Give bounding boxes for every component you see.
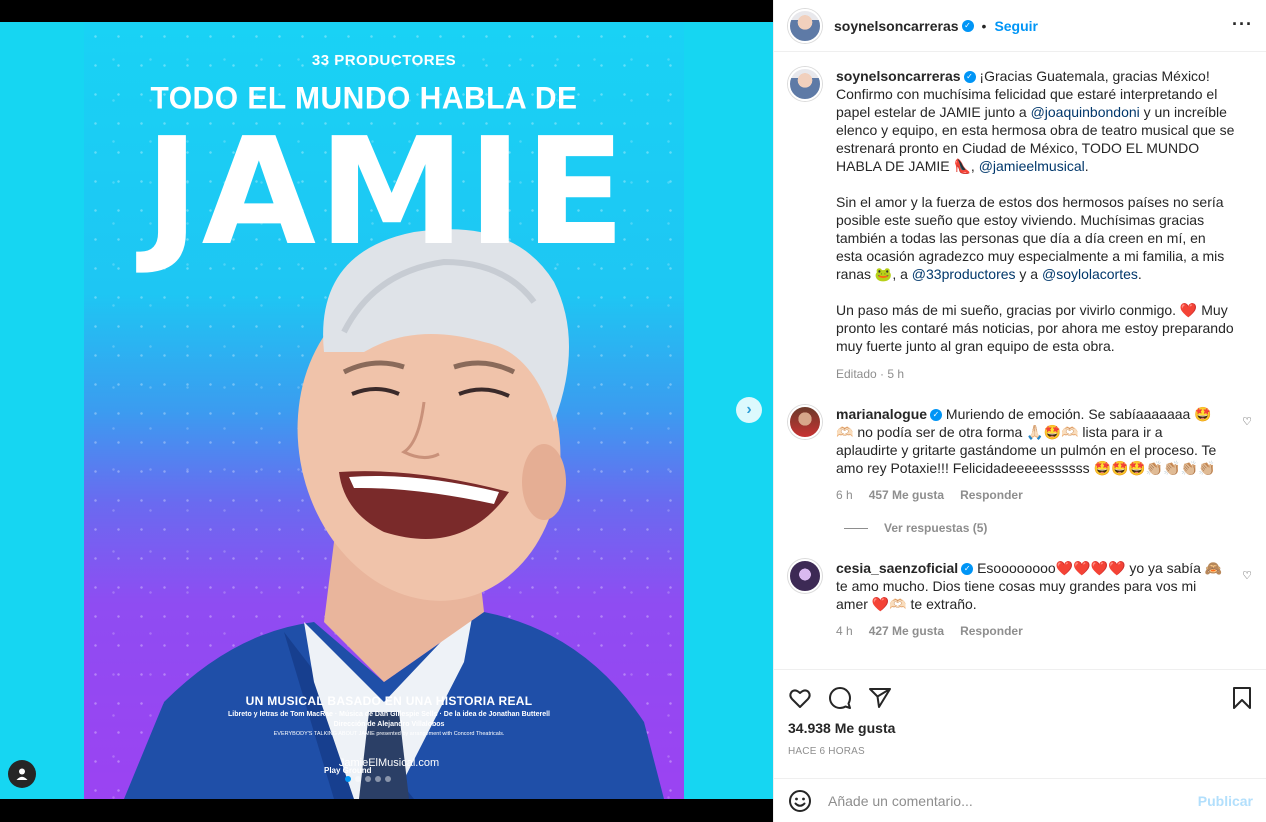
comment-meta: 4 h 427 Me gusta Responder	[836, 622, 1226, 640]
poster-logos: Play Ground	[324, 766, 372, 775]
publish-button[interactable]: Publicar	[1198, 793, 1253, 809]
comment-like-heart-icon[interactable]: ♡	[1242, 415, 1252, 428]
poster-credits-line3: EVERYBODY'S TALKING ABOUT JAMIE presente…	[273, 731, 505, 737]
header-user: soynelsoncarreras ✓ • Seguir	[834, 18, 1038, 34]
comment-input[interactable]	[828, 792, 1198, 809]
likes-count[interactable]: 34.938 Me gusta	[788, 720, 1253, 736]
verified-badge-icon: ✓	[961, 563, 974, 576]
comment-username[interactable]: cesia_saenzoficial	[836, 560, 958, 576]
post-header: soynelsoncarreras ✓ • Seguir ···	[774, 0, 1266, 52]
poster-credits: UN MUSICAL BASADO EN UNA HISTORIA REAL L…	[174, 694, 604, 775]
jamie-poster: 33 PRODUCTORES TODO EL MUNDO HABLA DE JA…	[84, 22, 684, 799]
emoji-smiley-icon[interactable]	[788, 789, 812, 813]
share-paper-plane-icon[interactable]	[868, 686, 892, 710]
comment-username[interactable]: marianalogue	[836, 406, 927, 422]
caption-p3: Un paso más de mi sueño, gracias por viv…	[836, 302, 1234, 354]
mention-link[interactable]: @jamieelmusical	[979, 158, 1085, 174]
mention-link[interactable]: @joaquinbondoni	[1031, 104, 1140, 120]
tagged-users-button[interactable]	[8, 760, 36, 788]
view-replies-button[interactable]: Ver respuestas (5)	[844, 521, 987, 535]
post-panel: soynelsoncarreras ✓ • Seguir ··· soynels…	[773, 0, 1266, 822]
caption-p2b: y a	[1015, 266, 1042, 282]
caption-username[interactable]: soynelsoncarreras	[836, 68, 961, 84]
poster-title: JAMIE	[144, 106, 628, 278]
user-icon	[16, 768, 28, 780]
post-caption: soynelsoncarreras ✓ ¡Gracias Guatemala, g…	[788, 67, 1258, 383]
comments-area[interactable]: soynelsoncarreras ✓ ¡Gracias Guatemala, g…	[774, 53, 1266, 669]
verified-badge-icon: ✓	[930, 409, 943, 422]
caption-p1c: .	[1084, 158, 1089, 174]
bookmark-icon[interactable]	[1231, 686, 1253, 710]
poster-credits-line2: Dirección de Alejandro Villalobos	[333, 721, 445, 728]
caption-p2c: .	[1137, 266, 1142, 282]
carousel-dot	[355, 776, 361, 782]
header-separator: •	[981, 17, 987, 34]
avatar[interactable]	[788, 67, 822, 101]
chevron-right-icon: ›	[746, 401, 752, 418]
like-heart-icon[interactable]	[788, 686, 812, 710]
comment-bubble-icon[interactable]	[828, 686, 852, 710]
header-username[interactable]: soynelsoncarreras	[834, 18, 959, 34]
more-options-icon[interactable]: ···	[1232, 14, 1253, 35]
carousel-dot	[385, 776, 391, 782]
mention-link[interactable]: @soylolacortes	[1042, 266, 1138, 282]
avatar[interactable]	[788, 8, 822, 43]
carousel-dot	[375, 776, 381, 782]
poster-website: JamieElMusical.com	[338, 757, 440, 769]
add-comment-bar: Publicar	[774, 778, 1266, 822]
post-time: HACE 6 HORAS	[788, 746, 865, 757]
poster-producer: 33 PRODUCTORES	[311, 52, 457, 69]
verified-badge-icon: ✓	[963, 71, 976, 84]
comment-time: 4 h	[836, 624, 853, 638]
verified-badge-icon: ✓	[961, 19, 974, 32]
carousel-dots	[345, 776, 391, 782]
carousel-dot-active	[345, 776, 351, 782]
comment-like-heart-icon[interactable]: ♡	[1242, 569, 1252, 582]
mention-link[interactable]: @33productores	[912, 266, 1016, 282]
reply-button[interactable]: Responder	[960, 486, 1023, 504]
follow-button[interactable]: Seguir	[994, 18, 1038, 34]
poster-subtitle: UN MUSICAL BASADO EN UNA HISTORIA REAL	[245, 694, 533, 708]
avatar[interactable]	[788, 559, 822, 593]
reply-button[interactable]: Responder	[960, 622, 1023, 640]
post-media: 33 PRODUCTORES TODO EL MUNDO HABLA DE JA…	[0, 0, 773, 822]
poster-credits-line1: Libreto y letras de Tom MacRae · Música …	[228, 711, 550, 718]
caption-meta: Editado · 5 h	[836, 367, 905, 381]
avatar[interactable]	[788, 405, 822, 439]
comment-likes[interactable]: 427 Me gusta	[869, 622, 944, 640]
carousel-next-button[interactable]: ›	[736, 397, 762, 423]
caption-text: soynelsoncarreras ✓ ¡Gracias Guatemala, g…	[836, 67, 1236, 383]
comment-likes[interactable]: 457 Me gusta	[869, 486, 944, 504]
comment-body: marianalogue ✓ Muriendo de emoción. Se sa…	[836, 405, 1226, 504]
comment: cesia_saenzoficial ✓ Esoooooooo❤️❤️❤️❤️ y…	[788, 559, 1258, 640]
post-actions: 34.938 Me gusta HACE 6 HORAS	[774, 669, 1266, 757]
comment-body: cesia_saenzoficial ✓ Esoooooooo❤️❤️❤️❤️ y…	[836, 559, 1226, 640]
carousel-dot	[365, 776, 371, 782]
comment-time: 6 h	[836, 488, 853, 502]
action-bar	[788, 678, 1253, 718]
comment: marianalogue ✓ Muriendo de emoción. Se sa…	[788, 405, 1258, 504]
comment-meta: 6 h 457 Me gusta Responder	[836, 486, 1226, 504]
